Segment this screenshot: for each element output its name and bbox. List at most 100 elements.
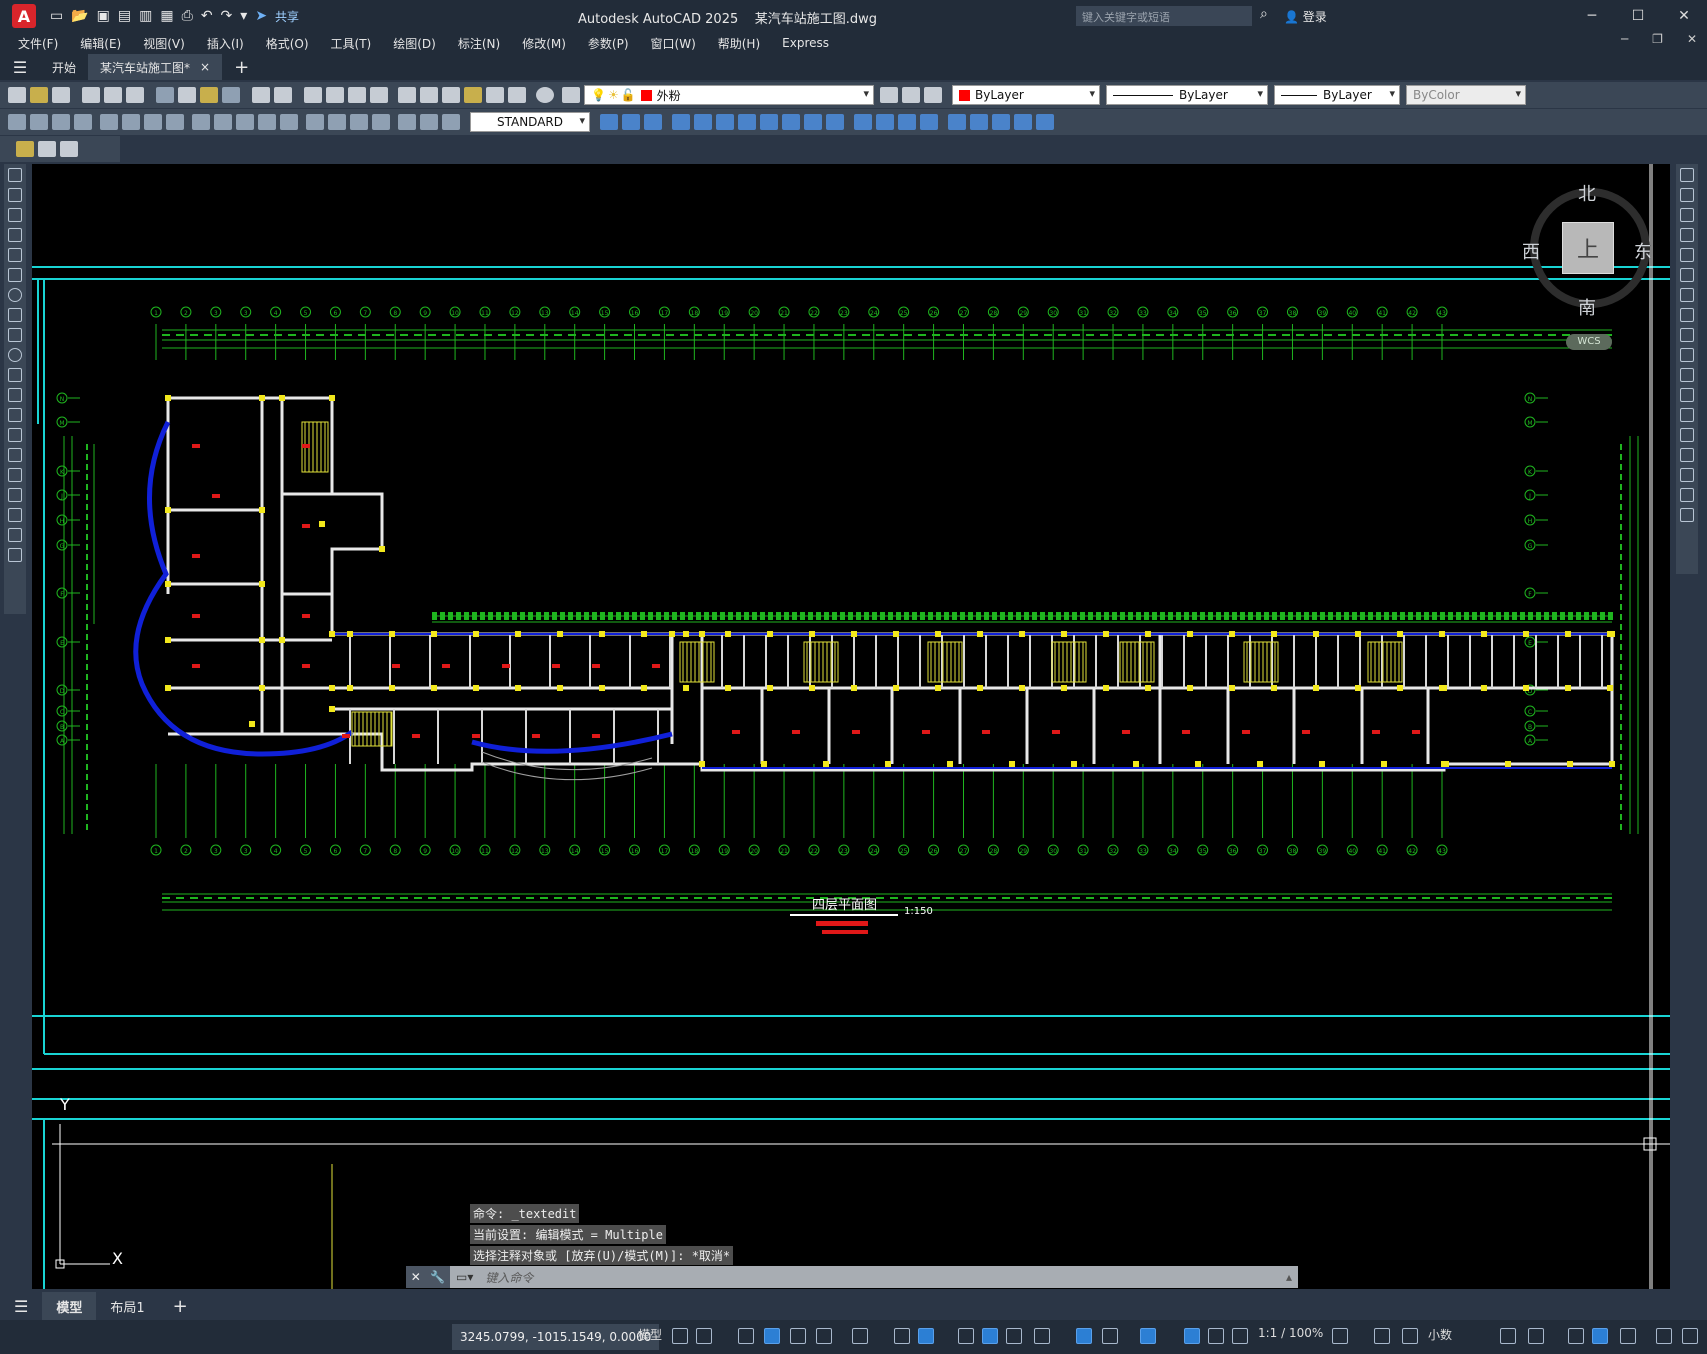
aligned-dimension-icon[interactable] [30, 114, 48, 130]
menu-file[interactable]: 文件(F) [18, 35, 58, 52]
fillet-icon[interactable] [1680, 468, 1694, 482]
save-web-icon[interactable]: ▦ [160, 8, 173, 24]
jogged-dimension-icon[interactable] [122, 114, 140, 130]
dimension-update-icon[interactable] [442, 114, 460, 130]
selection-cycling-icon[interactable] [1006, 1328, 1022, 1344]
add-layout-button[interactable]: + [159, 1292, 202, 1320]
erase-icon[interactable] [1680, 168, 1694, 182]
construction-line-icon[interactable] [8, 188, 22, 202]
command-input[interactable]: 键入命令 [473, 1269, 533, 1286]
circle-icon[interactable] [8, 288, 22, 302]
lineweight-dropdown[interactable]: ByLayer [1274, 85, 1400, 105]
new-tab-button[interactable]: + [222, 54, 261, 80]
plot-icon[interactable] [82, 87, 100, 103]
match-properties-icon[interactable] [222, 87, 240, 103]
open-icon[interactable] [30, 87, 48, 103]
object-snap-tracking-icon[interactable] [894, 1328, 910, 1344]
fullscreen-icon[interactable] [1656, 1328, 1672, 1344]
view-right-icon[interactable] [694, 114, 712, 130]
redo-icon[interactable] [274, 87, 292, 103]
viewcube-top-face[interactable]: 上 [1562, 222, 1614, 274]
menu-edit[interactable]: 编辑(E) [80, 35, 121, 52]
break-icon[interactable] [1680, 408, 1694, 422]
isolate-objects-icon[interactable] [1568, 1328, 1584, 1344]
login-button[interactable]: 👤 登录 [1284, 8, 1327, 25]
annotation-scale-dropdown[interactable]: 1:1 / 100% [1258, 1326, 1323, 1340]
plotstyle-dropdown[interactable]: ByColor [1406, 85, 1526, 105]
color-dropdown[interactable]: ByLayer [952, 85, 1100, 105]
share-icon[interactable]: ➤ [255, 8, 267, 24]
view-sw-icon[interactable] [760, 114, 778, 130]
ellipse-icon[interactable] [8, 348, 22, 362]
help-icon[interactable] [536, 87, 554, 103]
continue-dimension-icon[interactable] [236, 114, 254, 130]
hatch-icon[interactable] [8, 448, 22, 462]
dimension-space-icon[interactable] [258, 114, 276, 130]
tab-model[interactable]: 模型 [42, 1292, 97, 1320]
tolerance-icon[interactable] [306, 114, 324, 130]
menu-parametric[interactable]: 参数(P) [588, 35, 629, 52]
arc-icon[interactable] [8, 268, 22, 282]
make-block-icon[interactable] [8, 408, 22, 422]
view-ne-icon[interactable] [804, 114, 822, 130]
revision-cloud-icon[interactable] [8, 308, 22, 322]
chamfer-icon[interactable] [1680, 448, 1694, 462]
ellipse-arc-icon[interactable] [8, 368, 22, 382]
quick-properties-icon[interactable] [1500, 1328, 1516, 1344]
gradient-icon[interactable] [8, 468, 22, 482]
coordinates-readout[interactable]: 3245.0799, -1015.1549, 0.0000 [452, 1324, 660, 1350]
tool-palettes-icon[interactable] [442, 87, 460, 103]
linear-dimension-icon[interactable] [8, 114, 26, 130]
point-icon[interactable] [8, 428, 22, 442]
command-history-toggle-icon[interactable]: ▴ [1286, 1270, 1292, 1284]
mirror-icon[interactable] [1680, 208, 1694, 222]
zoom-realtime-icon[interactable] [326, 87, 344, 103]
copy-icon[interactable] [178, 87, 196, 103]
view-front-icon[interactable] [622, 114, 640, 130]
view-back-icon[interactable] [644, 114, 662, 130]
compass-east[interactable]: 东 [1634, 238, 1652, 264]
polygon-icon[interactable] [8, 228, 22, 242]
lock-ui-icon[interactable] [1528, 1328, 1544, 1344]
inspection-icon[interactable] [350, 114, 368, 130]
zoom-previous-icon[interactable] [370, 87, 388, 103]
selection-filter-icon[interactable] [1102, 1328, 1118, 1344]
sheet-set-icon[interactable] [464, 87, 482, 103]
dynamic-input-icon[interactable] [764, 1328, 780, 1344]
units-dropdown[interactable]: 小数 [1428, 1326, 1452, 1343]
close-icon[interactable]: ✕ [411, 1270, 421, 1284]
arc-length-icon[interactable] [52, 114, 70, 130]
3d-osnap-icon[interactable] [1034, 1328, 1050, 1344]
trim-icon[interactable] [1680, 348, 1694, 362]
menu-view[interactable]: 视图(V) [143, 35, 185, 52]
publish-icon[interactable] [126, 87, 144, 103]
menu-help[interactable]: 帮助(H) [718, 35, 760, 52]
multiline-text-icon[interactable] [8, 528, 22, 542]
open-icon[interactable]: 📂 [71, 8, 88, 24]
view-top-icon[interactable] [716, 114, 734, 130]
hardware-acceleration-icon[interactable] [1592, 1328, 1608, 1344]
customize-status-icon[interactable] [1682, 1328, 1698, 1344]
zoom-window-icon[interactable] [348, 87, 366, 103]
visual-style-realistic-icon[interactable] [898, 114, 916, 130]
layer-match-icon[interactable] [16, 141, 34, 157]
model-space-button[interactable]: 模型 [638, 1326, 662, 1343]
dimstyle-icon[interactable] [600, 114, 618, 130]
close-button[interactable]: ✕ [1661, 0, 1707, 32]
menu-modify[interactable]: 修改(M) [522, 35, 566, 52]
rectangle-icon[interactable] [8, 248, 22, 262]
polyline-icon[interactable] [8, 208, 22, 222]
undo-icon[interactable] [252, 87, 270, 103]
menu-format[interactable]: 格式(O) [266, 35, 309, 52]
search-icon[interactable]: ⌕ [1260, 6, 1268, 22]
radius-dimension-icon[interactable] [100, 114, 118, 130]
view-se-icon[interactable] [782, 114, 800, 130]
rotate-icon[interactable] [1680, 288, 1694, 302]
pan-icon[interactable] [304, 87, 322, 103]
grid-icon[interactable] [672, 1328, 688, 1344]
add-selected-icon[interactable] [8, 548, 22, 562]
wcs-menu[interactable]: WCS [1566, 334, 1612, 350]
compass-south[interactable]: 南 [1578, 294, 1596, 320]
tab-layout1[interactable]: 布局1 [96, 1292, 158, 1320]
maximize-button[interactable]: ☐ [1615, 0, 1661, 32]
